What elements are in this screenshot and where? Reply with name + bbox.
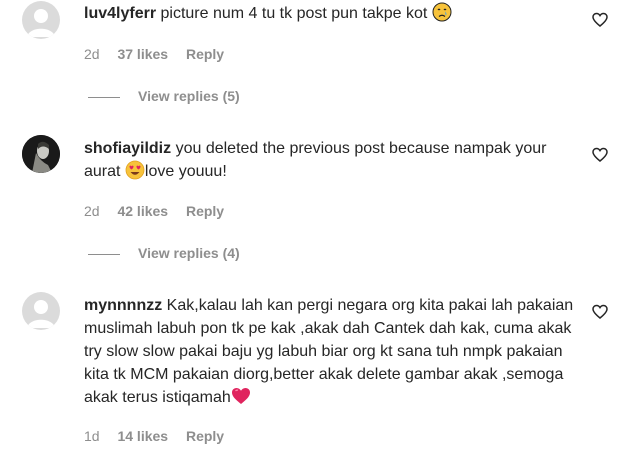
comment-username[interactable]: shofiayildiz (84, 140, 171, 157)
comment-likes[interactable]: 14 likes (117, 428, 168, 444)
like-heart-icon[interactable] (592, 12, 608, 28)
replies-divider-line (88, 96, 120, 98)
avatar-default[interactable] (22, 1, 60, 39)
comment-meta: 2d 37 likes Reply (84, 46, 224, 62)
avatar-default[interactable] (22, 292, 60, 330)
comment-meta: 2d 42 likes Reply (84, 203, 224, 219)
view-replies-button[interactable]: View replies (5) (88, 88, 240, 108)
replies-divider-line (88, 253, 120, 255)
red-heart-icon (231, 388, 250, 404)
heart-eyes-face-icon (125, 160, 145, 180)
comment-username[interactable]: mynnnnzz (84, 297, 162, 314)
like-heart-icon[interactable] (592, 147, 608, 163)
avatar-photo[interactable] (22, 135, 60, 173)
comment-text: mynnnnzz Kak,kalau lah kan pergi negara … (84, 294, 574, 409)
comment-time: 2d (84, 203, 100, 219)
profile-photo-icon (22, 135, 60, 173)
comment-time: 1d (84, 428, 100, 444)
default-user-icon (27, 9, 55, 37)
reply-button[interactable]: Reply (186, 428, 224, 444)
comment-likes[interactable]: 37 likes (117, 46, 168, 62)
like-heart-icon[interactable] (592, 304, 608, 320)
comment-text: shofiayildiz you deleted the previous po… (84, 137, 574, 183)
comment-time: 2d (84, 46, 100, 62)
view-replies-button[interactable]: View replies (4) (88, 245, 240, 265)
comment-likes[interactable]: 42 likes (117, 203, 168, 219)
comment-body: picture num 4 tu tk post pun takpe kot (160, 5, 428, 22)
view-replies-label: View replies (5) (138, 88, 240, 104)
default-user-icon (27, 300, 55, 328)
reply-button[interactable]: Reply (186, 46, 224, 62)
comment-username[interactable]: luv4lyferr (84, 5, 156, 22)
reply-button[interactable]: Reply (186, 203, 224, 219)
comment-meta: 1d 14 likes Reply (84, 428, 224, 444)
comment-body-end: love youuu! (144, 163, 227, 180)
comment-text: luv4lyferr picture num 4 tu tk post pun … (84, 2, 574, 25)
view-replies-label: View replies (4) (138, 245, 240, 261)
crying-face-icon (432, 2, 452, 22)
